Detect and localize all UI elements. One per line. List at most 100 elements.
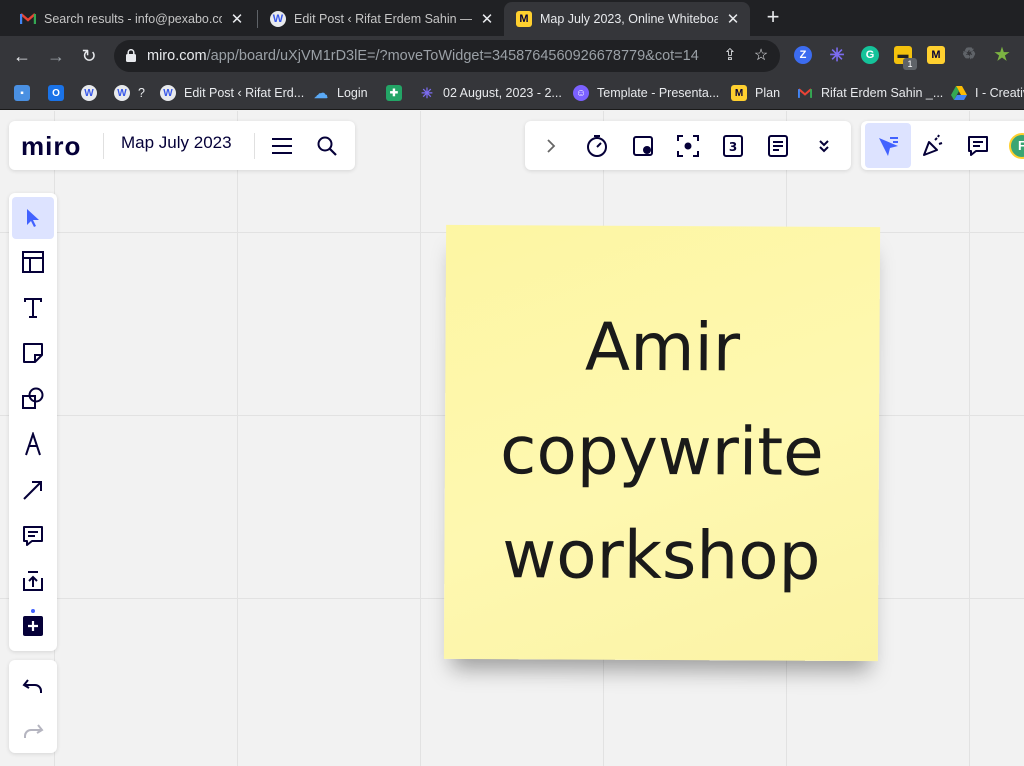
text-tool-icon[interactable] <box>15 290 51 326</box>
divider <box>254 133 255 159</box>
sticky-line: copywrite <box>499 412 824 491</box>
divider <box>103 133 104 159</box>
bookmark-label: Plan <box>755 86 781 100</box>
pen-tool-icon[interactable] <box>15 426 51 462</box>
bookmark-item[interactable]: ☺ Template - Presenta... <box>573 84 719 102</box>
outlook-icon: O <box>48 85 64 101</box>
select-cursor-icon[interactable] <box>12 197 54 239</box>
tab-title: Edit Post ‹ Rifat Erdem Sahin — WordPres… <box>294 12 472 26</box>
sticky-line: workshop <box>502 516 821 595</box>
tab-title: Map July 2023, Online Whiteboard <box>540 12 718 26</box>
bookmark-item[interactable]: W Edit Post ‹ Rifat Erd... <box>160 84 304 102</box>
sticky-line: Amir <box>584 308 741 387</box>
bookmark-item[interactable]: ▪ <box>14 84 38 102</box>
address-bar[interactable]: miro.com/app/board/uXjVM1rD3lE=/?moveToW… <box>114 40 780 72</box>
miro-extension-icon[interactable]: M <box>927 46 945 64</box>
avatar[interactable]: F <box>1009 133 1024 159</box>
miro-logo[interactable]: miro <box>21 129 81 163</box>
browser-toolbar: ← → ↻ miro.com/app/board/uXjVM1rD3lE=/?m… <box>0 36 1024 76</box>
forward-arrow-icon[interactable]: → <box>44 44 68 68</box>
url-text[interactable]: miro.com/app/board/uXjVM1rD3lE=/?moveToW… <box>147 40 699 72</box>
creation-toolbar <box>9 193 57 651</box>
connection-line-icon[interactable] <box>15 472 51 508</box>
notes-icon[interactable] <box>760 128 796 164</box>
reload-icon[interactable]: ↻ <box>77 44 101 68</box>
miro-icon: M <box>731 85 747 101</box>
voting-icon[interactable]: 3 <box>715 128 751 164</box>
bookmark-item[interactable]: I - Creativ <box>951 84 1024 102</box>
tab-gmail[interactable]: Search results - info@pexabo.com ✕ <box>8 2 254 36</box>
bookmark-label: Rifat Erdem Sahin _... <box>821 86 944 100</box>
tab-miro-active[interactable]: M Map July 2023, Online Whiteboard ✕ <box>504 2 750 36</box>
undo-redo-panel <box>9 660 57 753</box>
timer-icon[interactable] <box>579 128 615 164</box>
close-tab-icon[interactable]: ✕ <box>228 10 246 28</box>
bookmark-app-icon: ▪ <box>14 85 30 101</box>
star-extension-icon[interactable]: ★ <box>993 46 1011 64</box>
close-tab-icon[interactable]: ✕ <box>724 10 742 28</box>
celebrate-icon[interactable] <box>915 128 951 164</box>
more-apps-icon[interactable] <box>15 608 51 644</box>
comment-tool-icon[interactable] <box>15 518 51 554</box>
bookmark-item[interactable]: W <box>81 84 105 102</box>
sticky-note-text[interactable]: Amir copywrite workshop <box>444 295 880 609</box>
grammarly-extension-icon[interactable]: G <box>861 46 879 64</box>
tab-title: Search results - info@pexabo.com <box>44 12 222 26</box>
browser-tab-strip: Search results - info@pexabo.com ✕ W Edi… <box>0 0 1024 36</box>
share-icon[interactable]: ⇪ <box>720 46 740 66</box>
upload-icon[interactable] <box>15 563 51 599</box>
gmail-icon <box>797 85 813 101</box>
undo-icon[interactable] <box>15 668 51 704</box>
wordpress-icon: W <box>160 85 176 101</box>
redo-icon[interactable] <box>15 713 51 749</box>
sticky-note[interactable]: Amir copywrite workshop <box>443 224 881 662</box>
board-title[interactable]: Map July 2023 <box>121 133 232 153</box>
close-tab-icon[interactable]: ✕ <box>478 10 496 28</box>
sticky-note-pad-icon[interactable] <box>625 128 661 164</box>
sticky-note-tool-icon[interactable] <box>15 335 51 371</box>
asterisk-icon: ✳ <box>421 84 433 101</box>
bookmark-item[interactable]: O <box>48 84 72 102</box>
wordpress-icon: W <box>114 85 130 101</box>
bookmark-star-icon[interactable]: ☆ <box>751 46 771 66</box>
tab-wordpress[interactable]: W Edit Post ‹ Rifat Erdem Sahin — WordPr… <box>258 2 504 36</box>
wordpress-icon: W <box>270 11 286 27</box>
chevron-right-icon[interactable] <box>533 128 569 164</box>
shapes-tool-icon[interactable] <box>15 380 51 416</box>
asterisk-extension-icon[interactable]: ✳ <box>828 46 846 64</box>
board-header-panel: miro Map July 2023 <box>9 121 355 170</box>
collaboration-tools-panel: 3 <box>525 121 851 170</box>
bookmark-label: Login <box>337 86 368 100</box>
zoom-extension-icon[interactable]: Z <box>794 46 812 64</box>
chevrons-down-icon[interactable] <box>806 128 842 164</box>
cloud-icon: ☁ <box>314 84 328 101</box>
bookmarks-bar: ▪ O W W? W Edit Post ‹ Rifat Erd... ☁ Logi… <box>0 76 1024 110</box>
bookmark-label: 02 August, 2023 - 2... <box>443 86 562 100</box>
miro-icon: M <box>516 11 532 27</box>
new-tab-icon[interactable]: + <box>762 6 784 28</box>
bookmark-item[interactable]: Rifat Erdem Sahin _... <box>797 84 943 102</box>
templates-icon[interactable] <box>15 244 51 280</box>
bookmark-item[interactable]: ☁ Login <box>313 84 368 102</box>
lock-icon <box>126 49 136 62</box>
search-icon[interactable] <box>309 128 345 164</box>
bookmark-item[interactable]: M Plan <box>731 84 780 102</box>
google-drive-icon <box>951 85 967 101</box>
bookmark-label: ? <box>138 86 145 100</box>
comment-icon[interactable] <box>960 128 996 164</box>
bookmark-item[interactable]: ✚ <box>386 84 410 102</box>
recycle-extension-icon[interactable]: ♻ <box>960 46 978 64</box>
extension-badge: 1 <box>903 58 917 70</box>
share-tools-panel: F <box>861 121 1024 170</box>
bookmark-item[interactable]: W? <box>114 84 145 102</box>
svg-text:3: 3 <box>729 140 737 154</box>
menu-icon[interactable] <box>264 128 300 164</box>
bookmark-label: Edit Post ‹ Rifat Erd... <box>184 86 305 100</box>
bookmark-item[interactable]: ✳ 02 August, 2023 - 2... <box>419 84 562 102</box>
bookmark-label: I - Creativ <box>975 86 1024 100</box>
bookmark-label: Template - Presenta... <box>597 86 720 100</box>
back-arrow-icon[interactable]: ← <box>10 44 34 68</box>
cursor-filter-icon[interactable] <box>865 123 911 168</box>
sheets-icon: ✚ <box>386 85 402 101</box>
focus-frame-icon[interactable] <box>670 128 706 164</box>
